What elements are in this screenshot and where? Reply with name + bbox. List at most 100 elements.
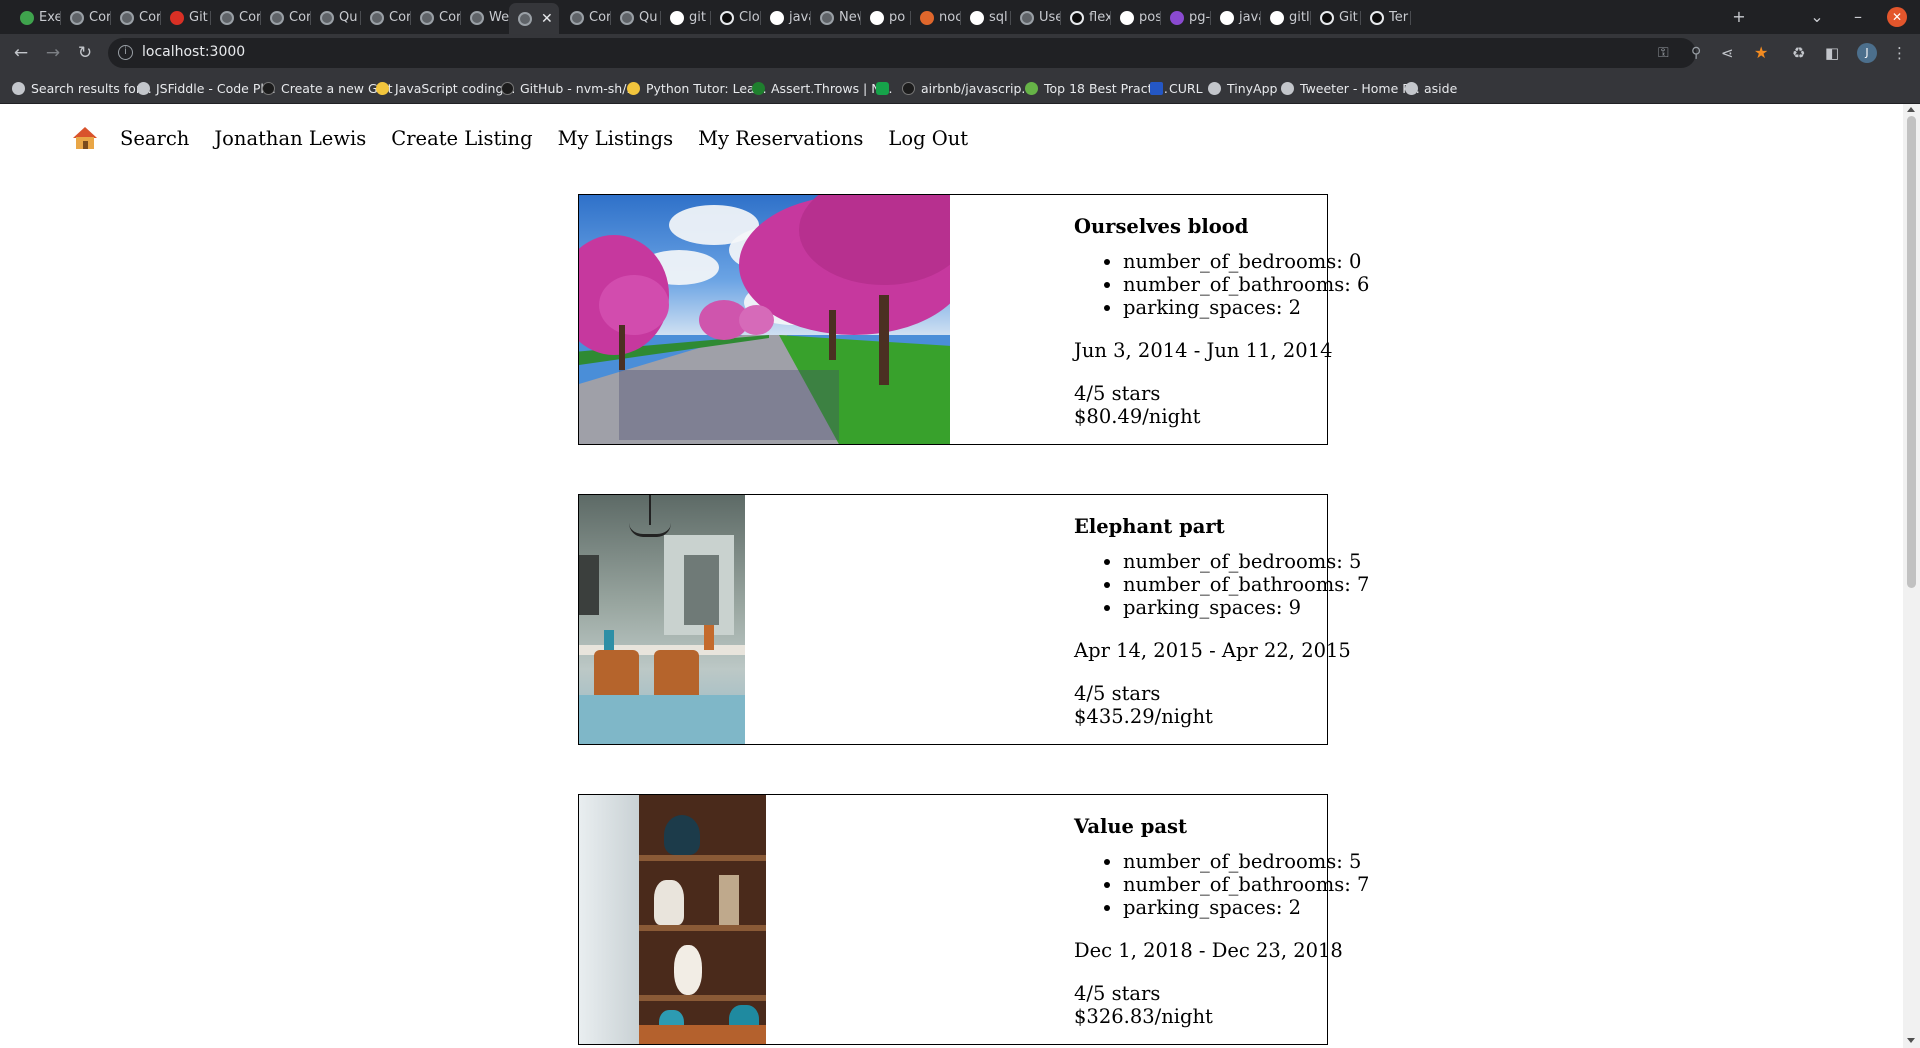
browser-tab[interactable]: Cor	[411, 5, 461, 30]
nav-search-link[interactable]: Search	[120, 127, 189, 150]
tab-favicon-icon	[1070, 10, 1084, 25]
bookmark-item[interactable]: Assert.Throws | N...	[752, 79, 893, 97]
browser-tab[interactable]: po	[861, 5, 911, 30]
bookmark-item[interactable]: TinyApp	[1208, 79, 1277, 97]
side-panel-icon[interactable]: ◧	[1825, 44, 1839, 62]
forward-button[interactable]: →	[40, 42, 66, 64]
bookmark-item[interactable]: Tweeter - Home P...	[1281, 79, 1420, 97]
browser-tab[interactable]: ✕	[509, 3, 559, 34]
browser-tab[interactable]: We	[461, 5, 511, 30]
home-icon[interactable]	[72, 125, 98, 151]
window-close-button[interactable]: ✕	[1887, 7, 1907, 27]
extensions-puzzle-icon[interactable]: ♻	[1792, 44, 1805, 62]
bookmark-item[interactable]	[876, 79, 895, 97]
nav-my-reservations-link[interactable]: My Reservations	[698, 127, 863, 150]
browser-tab[interactable]: Git	[161, 5, 211, 30]
minimize-button[interactable]: –	[1844, 6, 1872, 28]
nav-my-listings-link[interactable]: My Listings	[558, 127, 674, 150]
tab-title: java	[1239, 10, 1261, 25]
bookmark-favicon-icon	[137, 81, 150, 95]
tab-close-icon[interactable]: ✕	[541, 11, 553, 27]
url-text[interactable]: localhost:3000	[142, 44, 245, 60]
bookmark-item[interactable]: CURL	[1150, 79, 1203, 97]
bookmark-favicon-icon	[1150, 81, 1163, 95]
page-scrollbar[interactable]	[1903, 104, 1920, 1048]
nav-log-out-link[interactable]: Log Out	[888, 127, 968, 150]
browser-tab[interactable]: gitl	[1261, 5, 1311, 30]
key-icon[interactable]: ⚿	[1658, 45, 1669, 61]
bookmark-item[interactable]: JSFiddle - Code Pl...	[137, 79, 276, 97]
browser-tab[interactable]: Qu	[311, 5, 361, 30]
browser-tab[interactable]: Nev	[811, 5, 861, 30]
listing-dates: Dec 1, 2018 - Dec 23, 2018	[1074, 939, 1343, 962]
tab-search-chevron-icon[interactable]: ⌄	[1803, 6, 1831, 28]
tab-title: pos	[1139, 10, 1161, 25]
tab-favicon-icon	[370, 10, 384, 25]
site-info-icon[interactable]: i	[118, 45, 133, 60]
tab-title: Clo	[739, 10, 760, 25]
tab-favicon-icon	[270, 10, 284, 25]
bookmark-item[interactable]: Top 18 Best Practi...	[1025, 79, 1168, 97]
bookmark-item[interactable]: Python Tutor: Lea...	[627, 79, 767, 97]
browser-tab[interactable]: pg-	[1161, 5, 1211, 30]
browser-tab[interactable]: Exe	[11, 5, 61, 30]
browser-tab[interactable]: java	[1211, 5, 1261, 30]
listing-price: $326.83/night	[1074, 1005, 1213, 1028]
listing-title[interactable]: Ourselves blood	[1074, 215, 1328, 238]
bookmark-item[interactable]: aside	[1405, 79, 1457, 97]
browser-tab[interactable]: pos	[1111, 5, 1161, 30]
tab-favicon-icon	[670, 10, 684, 25]
bookmark-item[interactable]: airbnb/javascrip...	[902, 79, 1033, 97]
bookmark-item[interactable]: Create a new Gist	[262, 79, 393, 97]
bookmark-item[interactable]: JavaScript coding...	[376, 79, 515, 97]
tab-favicon-icon	[320, 10, 334, 25]
share-icon[interactable]: ⋖	[1721, 44, 1734, 62]
bookmark-label: Tweeter - Home P...	[1300, 80, 1420, 96]
scroll-down-icon[interactable]	[1907, 1038, 1915, 1043]
scrollbar-thumb[interactable]	[1907, 116, 1916, 588]
tab-title: Cor	[89, 10, 111, 25]
bookmark-favicon-icon	[12, 81, 25, 95]
browser-tab[interactable]: Ter	[1361, 5, 1411, 30]
tab-favicon-icon	[1020, 10, 1034, 25]
browser-tab[interactable]: Cor	[61, 5, 111, 30]
browser-tab[interactable]: Git	[1311, 5, 1361, 30]
browser-tab[interactable]: Use	[1011, 5, 1061, 30]
listing-features: number_of_bedrooms: 5 number_of_bathroom…	[1073, 550, 1369, 619]
tab-favicon-icon	[20, 10, 34, 25]
back-button[interactable]: ←	[8, 42, 34, 64]
browser-tab[interactable]: Qu	[611, 5, 661, 30]
bookmark-item[interactable]: Search results for...	[12, 79, 152, 97]
listing-title[interactable]: Elephant part	[1074, 515, 1328, 538]
browser-tab[interactable]: Clo	[711, 5, 761, 30]
listing-feature: number_of_bathrooms: 7	[1123, 873, 1369, 896]
listing-card: Value past number_of_bedrooms: 5 number_…	[578, 794, 1369, 1045]
nav-create-listing-link[interactable]: Create Listing	[391, 127, 532, 150]
listing-title[interactable]: Value past	[1074, 815, 1328, 838]
tab-favicon-icon	[170, 10, 184, 25]
address-bar[interactable]: i localhost:3000 ⚿ ⚲	[108, 38, 1701, 68]
browser-tab[interactable]: Cor	[111, 5, 161, 30]
browser-tab[interactable]: flex	[1061, 5, 1111, 30]
nav-user-name[interactable]: Jonathan Lewis	[214, 127, 366, 150]
reload-button[interactable]: ↻	[72, 42, 98, 64]
zoom-icon[interactable]: ⚲	[1691, 45, 1701, 61]
browser-tab[interactable]: Cor	[361, 5, 411, 30]
tab-title: java	[789, 10, 811, 25]
bookmark-favicon-icon	[262, 81, 275, 95]
scroll-up-icon[interactable]	[1907, 107, 1915, 112]
browser-tab[interactable]: noc	[911, 5, 961, 30]
browser-tab[interactable]: Cor	[261, 5, 311, 30]
browser-tab[interactable]: git	[661, 5, 711, 30]
bookmark-item[interactable]: GitHub - nvm-sh/...	[501, 79, 638, 97]
browser-tab[interactable]: java	[761, 5, 811, 30]
tab-title: Use	[1039, 10, 1061, 25]
new-tab-button[interactable]: +	[1725, 6, 1753, 28]
tab-title: Exe	[39, 10, 61, 25]
bookmark-star-icon[interactable]: ★	[1754, 43, 1768, 62]
browser-menu-icon[interactable]: ⋮	[1892, 44, 1907, 62]
browser-tab[interactable]: sql	[961, 5, 1011, 30]
browser-tab[interactable]: Cor	[561, 5, 611, 30]
profile-avatar[interactable]: J	[1857, 43, 1877, 63]
browser-tab[interactable]: Cor	[211, 5, 261, 30]
